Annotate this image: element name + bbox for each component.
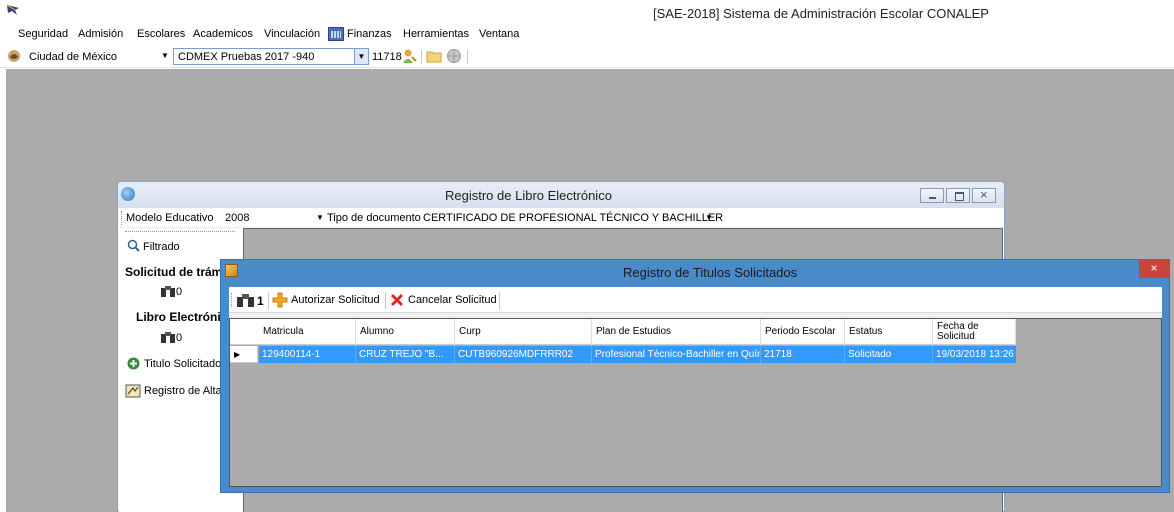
menu-vinculacion[interactable]: Vinculación (264, 28, 320, 40)
menu-ventana[interactable]: Ventana (479, 28, 519, 40)
tipo-select[interactable]: CERTIFICADO DE PROFESIONAL TÉCNICO Y BAC… (423, 212, 723, 224)
col-fecha-solicitud[interactable]: Fecha de Solicitud (933, 319, 1016, 345)
conalep-logo-icon (6, 4, 19, 15)
cell-periodo: 21718 (761, 346, 845, 363)
titulo-solicitado-button[interactable]: Titulo Solicitado (144, 358, 221, 370)
cell-curp: CUTB960926MDFRRR02 (455, 346, 592, 363)
titulos-grid: Matricula Alumno Curp Plan de Estudios P… (229, 318, 1162, 487)
libro-filter-bar: Modelo Educativo 2008 ▼ Tipo de document… (118, 208, 1004, 228)
user-key-icon[interactable] (401, 48, 417, 64)
app-titlebar: [SAE-2018] Sistema de Administración Esc… (0, 0, 1174, 24)
folder-icon[interactable] (426, 48, 442, 64)
col-periodo-escolar[interactable]: Periodo Escolar (761, 319, 845, 345)
menu-seguridad[interactable]: Seguridad (18, 28, 68, 40)
cell-estatus: Solicitado (845, 346, 933, 363)
binoculars-icon (161, 286, 175, 297)
chevron-down-icon[interactable]: ▼ (316, 213, 324, 222)
grid-header-row: Matricula Alumno Curp Plan de Estudios P… (230, 319, 1016, 345)
col-matricula[interactable]: Matricula (259, 319, 356, 345)
menubar: Seguridad Admisión Escolares Academicos … (0, 24, 1174, 46)
col-curp[interactable]: Curp (455, 319, 592, 345)
city-label: Ciudad de México (29, 51, 118, 63)
toolbar-separator (268, 292, 269, 309)
toolbar-separator (499, 292, 500, 309)
chevron-down-icon[interactable]: ▼ (705, 213, 713, 222)
minimize-button[interactable] (919, 188, 944, 203)
cell-plan: Profesional Técnico-Bachiller en Quími..… (592, 346, 761, 363)
menu-herramientas[interactable]: Herramientas (403, 28, 469, 40)
cancelar-solicitud-button[interactable]: Cancelar Solicitud (408, 294, 497, 306)
menu-admision[interactable]: Admisión (78, 28, 123, 40)
titulos-titlebar[interactable]: Registro de Titulos Solicitados × (221, 260, 1169, 284)
city-emblem-icon (8, 50, 20, 62)
close-button[interactable] (972, 187, 996, 203)
menu-academicos[interactable]: Academicos (193, 28, 253, 40)
plus-icon[interactable] (272, 292, 288, 308)
autorizar-solicitud-button[interactable]: Autorizar Solicitud (291, 294, 380, 306)
col-alumno[interactable]: Alumno (356, 319, 455, 345)
cell-alumno: CRUZ TREJO "B... (356, 346, 455, 363)
plantel-value: CDMEX Pruebas 2017 -940 (178, 51, 315, 63)
app-title: [SAE-2018] Sistema de Administración Esc… (653, 6, 989, 21)
registro-alta-icon[interactable] (125, 384, 141, 398)
titulos-content: 1 Autorizar Solicitud Cancelar Solicitud… (229, 287, 1162, 487)
tipo-label: Tipo de documento (327, 212, 421, 224)
modelo-select[interactable]: 2008 (225, 212, 249, 224)
cancel-x-icon[interactable] (389, 292, 405, 308)
menu-escolares[interactable]: Escolares (137, 28, 185, 40)
finanzas-calculator-icon (328, 27, 344, 41)
window-buttons (919, 187, 996, 203)
binoculars-icon (237, 294, 254, 307)
table-row[interactable]: 129400114-1 CRUZ TREJO "B... CUTB960926M… (259, 346, 1016, 363)
chevron-down-icon[interactable]: ▼ (354, 49, 368, 64)
libro-count: 0 (176, 332, 183, 344)
row-selector-icon[interactable]: ▶ (230, 346, 258, 363)
registro-alta-button[interactable]: Registro de Alta (144, 385, 222, 397)
col-estatus[interactable]: Estatus (845, 319, 933, 345)
window-app-icon (225, 264, 238, 277)
col-plan-estudios[interactable]: Plan de Estudios (592, 319, 761, 345)
titulos-window-title: Registro de Titulos Solicitados (623, 265, 798, 280)
toolbar-grip (231, 293, 232, 307)
plantel-select[interactable]: CDMEX Pruebas 2017 -940 ▼ (173, 48, 369, 65)
period-value: 11718 (372, 51, 402, 63)
binoculars-icon (161, 332, 175, 343)
cell-matricula: 129400114-1 (259, 346, 356, 363)
cell-fecha: 19/03/2018 13:26 (936, 349, 1014, 360)
toolbar-separator (385, 292, 386, 309)
window-app-icon (121, 187, 135, 201)
titulos-solicitados-window: Registro de Titulos Solicitados × 1 Auto… (220, 259, 1170, 493)
libro-header: Libro Electrónic (136, 310, 228, 324)
toolbar-separator (467, 50, 468, 64)
add-circle-icon[interactable] (127, 357, 140, 370)
titulos-toolbar: 1 Autorizar Solicitud Cancelar Solicitud (229, 287, 1162, 313)
toolbar-separator (421, 50, 422, 64)
libro-window-title: Registro de Libro Electrónico (445, 188, 612, 203)
city-dropdown-arrow-icon[interactable]: ▼ (161, 51, 169, 60)
solicitud-header: Solicitud de trám (125, 265, 223, 279)
libro-titlebar[interactable]: Registro de Libro Electrónico (118, 182, 1004, 208)
modelo-label: Modelo Educativo (126, 212, 214, 224)
main-toolbar: Ciudad de México ▼ CDMEX Pruebas 2017 -9… (0, 46, 1174, 68)
toolbar-grip (121, 211, 123, 225)
titulos-count: 1 (257, 294, 264, 308)
maximize-button[interactable] (945, 188, 970, 203)
menu-finanzas[interactable]: Finanzas (347, 28, 392, 40)
filtrado-button[interactable]: Filtrado (143, 241, 180, 253)
solicitud-count: 0 (176, 286, 183, 298)
globe-icon[interactable] (446, 48, 462, 64)
panel-divider (125, 231, 235, 232)
search-icon[interactable] (127, 239, 140, 252)
close-button[interactable]: × (1139, 260, 1169, 278)
